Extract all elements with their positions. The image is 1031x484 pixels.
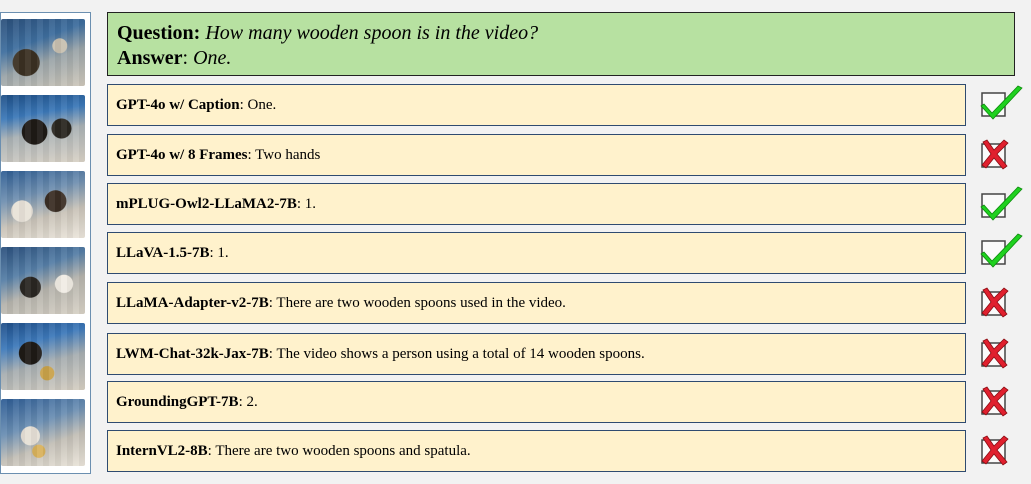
model-response: : The video shows a person using a total… — [268, 346, 645, 362]
answer-line: Answer: One. — [117, 46, 1005, 71]
model-response: : One. — [239, 97, 277, 113]
response-row: GPT-4o w/ 8 Frames: Two hands — [107, 134, 966, 176]
question-answer-box: Question: How many wooden spoon is in th… — [107, 12, 1015, 76]
model-name: LWM-Chat-32k-Jax-7B — [116, 346, 269, 362]
model-name: GroundingGPT-7B — [116, 394, 239, 410]
answer-separator: : — [182, 47, 189, 69]
cross-icon — [978, 282, 1026, 322]
model-response: : Two hands — [247, 147, 321, 163]
model-response: : There are two wooden spoons used in th… — [268, 295, 566, 311]
checkmark-icon — [978, 183, 1026, 223]
question-text: How many wooden spoon is in the video? — [205, 22, 539, 44]
model-name: InternVL2-8B — [116, 443, 208, 459]
question-label: Question: — [117, 22, 201, 44]
answer-label: Answer — [117, 47, 183, 69]
video-frame-thumbnail — [1, 95, 85, 162]
response-row: LLaVA-1.5-7B: 1. — [107, 232, 966, 274]
cross-icon — [978, 430, 1026, 470]
response-row: LLaMA-Adapter-v2-7B: There are two woode… — [107, 282, 966, 324]
model-response: : 2. — [238, 394, 258, 410]
video-frame-thumbnail — [1, 323, 85, 390]
model-response: : 1. — [209, 245, 229, 261]
question-line: Question: How many wooden spoon is in th… — [117, 21, 1005, 46]
checkmark-icon — [978, 82, 1026, 122]
video-frame-thumbnail — [1, 399, 85, 466]
model-name: GPT-4o w/ Caption — [116, 97, 240, 113]
answer-text: One. — [193, 47, 232, 69]
video-frames-strip — [0, 12, 91, 474]
model-name: LLaVA-1.5-7B — [116, 245, 210, 261]
model-name: LLaMA-Adapter-v2-7B — [116, 295, 269, 311]
video-frame-thumbnail — [1, 19, 85, 86]
model-response: : There are two wooden spoons and spatul… — [207, 443, 471, 459]
cross-icon — [978, 134, 1026, 174]
cross-icon — [978, 333, 1026, 373]
response-row: GroundingGPT-7B: 2. — [107, 381, 966, 423]
model-name: GPT-4o w/ 8 Frames — [116, 147, 248, 163]
video-frame-thumbnail — [1, 171, 85, 238]
model-response: : 1. — [296, 196, 316, 212]
video-frame-thumbnail — [1, 247, 85, 314]
model-name: mPLUG-Owl2-LLaMA2-7B — [116, 196, 297, 212]
checkmark-icon — [978, 230, 1026, 270]
response-row: mPLUG-Owl2-LLaMA2-7B: 1. — [107, 183, 966, 225]
response-row: LWM-Chat-32k-Jax-7B: The video shows a p… — [107, 333, 966, 375]
response-row: InternVL2-8B: There are two wooden spoon… — [107, 430, 966, 472]
response-row: GPT-4o w/ Caption: One. — [107, 84, 966, 126]
cross-icon — [978, 381, 1026, 421]
